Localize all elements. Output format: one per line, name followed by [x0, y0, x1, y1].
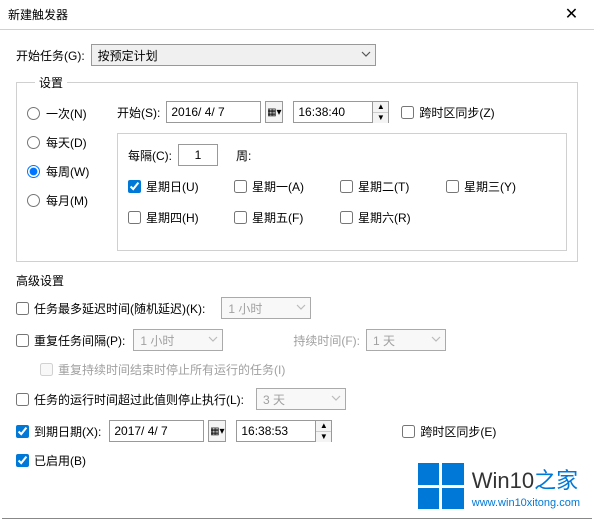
- delay-checkbox[interactable]: 任务最多延迟时间(随机延迟)(K):: [16, 300, 205, 317]
- start-row: 开始(S): 2016/ 4/ 7 ▦▾ 16:38:40 ▲▼ 跨时区同步(Z…: [117, 101, 567, 123]
- titlebar: 新建触发器 ✕: [0, 0, 594, 30]
- repeat-select[interactable]: 1 小时: [133, 329, 223, 351]
- expire-checkbox[interactable]: 到期日期(X):: [16, 423, 101, 440]
- adv-stop-after-row: 任务的运行时间超过此值则停止执行(L): 3 天: [16, 388, 578, 410]
- day-wed[interactable]: 星期三(Y): [446, 178, 536, 195]
- day-fri[interactable]: 星期五(F): [234, 209, 324, 226]
- day-thu[interactable]: 星期四(H): [128, 209, 218, 226]
- day-mon[interactable]: 星期一(A): [234, 178, 324, 195]
- day-tue[interactable]: 星期二(T): [340, 178, 430, 195]
- days-row-1: 星期日(U) 星期一(A) 星期二(T) 星期三(Y): [128, 178, 556, 203]
- calendar-icon: ▦▾: [267, 107, 281, 118]
- close-button[interactable]: ✕: [549, 0, 594, 30]
- dialog-content: 开始任务(G): 按预定计划 设置 一次(N) 每天(D) 每周(W) 每月(M…: [0, 30, 594, 491]
- start-time-input[interactable]: 16:38:40: [293, 101, 373, 123]
- window-title: 新建触发器: [8, 6, 68, 23]
- delay-select[interactable]: 1 小时: [221, 297, 311, 319]
- day-sun[interactable]: 星期日(U): [128, 178, 218, 195]
- begin-task-value: 按预定计划: [98, 47, 158, 64]
- adv-stop-end-row: 重复持续时间结束时停止所有运行的任务(I): [16, 361, 578, 378]
- advanced-title: 高级设置: [16, 272, 578, 289]
- calendar-icon: ▦▾: [210, 426, 224, 437]
- adv-expire-row: 到期日期(X): 2017/ 4/ 7 ▦▾ 16:38:53 ▲▼ 跨时区同步…: [16, 420, 578, 442]
- chevron-down-icon: [208, 334, 218, 344]
- stop-at-end-checkbox: 重复持续时间结束时停止所有运行的任务(I): [40, 361, 285, 378]
- chevron-down-icon: [361, 49, 371, 59]
- radio-once[interactable]: 一次(N): [27, 105, 117, 122]
- spinner-up-icon: ▲: [373, 102, 388, 113]
- sync-checkbox[interactable]: 跨时区同步(Z): [401, 104, 494, 121]
- settings-fieldset: 设置 一次(N) 每天(D) 每周(W) 每月(M) 开始(S): 2016/ …: [16, 74, 578, 262]
- stop-after-select[interactable]: 3 天: [256, 388, 346, 410]
- adv-repeat-row: 重复任务间隔(P): 1 小时 持续时间(F): 1 天: [16, 329, 578, 351]
- close-icon: ✕: [565, 6, 578, 23]
- enabled-checkbox[interactable]: 已启用(B): [16, 452, 86, 469]
- repeat-checkbox[interactable]: 重复任务间隔(P):: [16, 332, 125, 349]
- days-row-2: 星期四(H) 星期五(F) 星期六(R): [128, 209, 556, 234]
- radio-weekly[interactable]: 每周(W): [27, 163, 117, 180]
- schedule-radios: 一次(N) 每天(D) 每周(W) 每月(M): [27, 101, 117, 251]
- expire-sync-checkbox[interactable]: 跨时区同步(E): [402, 423, 496, 440]
- duration-select[interactable]: 1 天: [366, 329, 446, 351]
- watermark: Win10之家 www.win10xitong.com: [418, 463, 580, 509]
- begin-task-row: 开始任务(G): 按预定计划: [16, 44, 578, 66]
- spinner-down-icon: ▼: [316, 432, 331, 442]
- radio-monthly[interactable]: 每月(M): [27, 192, 117, 209]
- advanced-section: 高级设置 任务最多延迟时间(随机延迟)(K): 1 小时 重复任务间隔(P): …: [16, 272, 578, 469]
- start-time-spinner[interactable]: ▲▼: [373, 101, 389, 123]
- interval-row: 每隔(C): 1 周:: [128, 144, 556, 166]
- adv-delay-row: 任务最多延迟时间(随机延迟)(K): 1 小时: [16, 297, 578, 319]
- windows-logo-icon: [418, 463, 464, 509]
- begin-task-combo[interactable]: 按预定计划: [91, 44, 376, 66]
- begin-task-label: 开始任务(G):: [16, 47, 85, 64]
- settings-legend: 设置: [35, 74, 67, 91]
- duration-label: 持续时间(F):: [293, 332, 360, 349]
- watermark-brand: Win10之家: [472, 463, 580, 495]
- interval-input[interactable]: 1: [178, 144, 218, 166]
- spinner-down-icon: ▼: [373, 113, 388, 123]
- expire-date-input[interactable]: 2017/ 4/ 7: [109, 420, 204, 442]
- day-sat[interactable]: 星期六(R): [340, 209, 430, 226]
- start-label: 开始(S):: [117, 104, 160, 121]
- chevron-down-icon: [331, 393, 341, 403]
- radio-daily[interactable]: 每天(D): [27, 134, 117, 151]
- spinner-up-icon: ▲: [316, 421, 331, 432]
- watermark-url: www.win10xitong.com: [472, 497, 580, 509]
- expire-time-spinner[interactable]: ▲▼: [316, 420, 332, 442]
- expire-calendar-button[interactable]: ▦▾: [208, 420, 226, 442]
- weekly-panel: 每隔(C): 1 周: 星期日(U) 星期一(A) 星期二(T) 星期三(Y) …: [117, 133, 567, 251]
- calendar-button[interactable]: ▦▾: [265, 101, 283, 123]
- bottom-border: [2, 518, 592, 519]
- stop-after-checkbox[interactable]: 任务的运行时间超过此值则停止执行(L):: [16, 391, 244, 408]
- chevron-down-icon: [296, 302, 306, 312]
- start-date-input[interactable]: 2016/ 4/ 7: [166, 101, 261, 123]
- expire-time-input[interactable]: 16:38:53: [236, 420, 316, 442]
- chevron-down-icon: [431, 334, 441, 344]
- interval-label: 每隔(C):: [128, 147, 172, 164]
- interval-unit: 周:: [236, 147, 251, 164]
